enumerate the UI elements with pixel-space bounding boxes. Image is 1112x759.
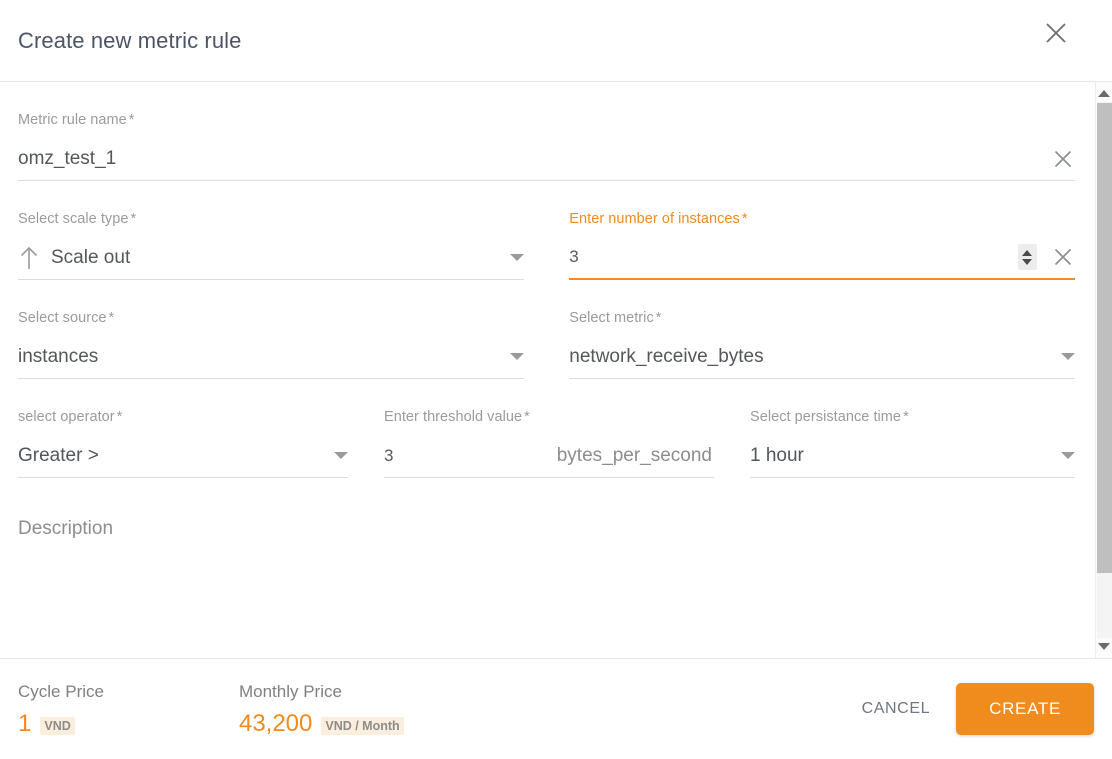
clear-metric-rule-name-icon[interactable]: [1051, 147, 1075, 171]
vertical-scrollbar[interactable]: [1095, 82, 1112, 658]
cycle-price-title: Cycle Price: [18, 681, 104, 701]
metric-rule-name-input[interactable]: omz_test_1: [18, 147, 1037, 171]
source-value[interactable]: instances: [18, 345, 500, 369]
control-persistance-time[interactable]: 1 hour: [750, 434, 1075, 478]
close-icon-glyph: [1046, 23, 1066, 43]
metric-rule-form: Metric rule name * omz_test_1 Select sca…: [0, 82, 1090, 658]
monthly-price-block: Monthly Price 43,200 VND / Month: [239, 682, 404, 737]
create-metric-rule-dialog: Create new metric rule Metric rule name *…: [0, 0, 1112, 759]
monthly-price-line: 43,200 VND / Month: [238, 709, 404, 737]
field-threshold-value: Enter threshold value * 3 bytes_per_secon…: [384, 379, 714, 478]
cycle-price-block: Cycle Price 1 VND: [18, 682, 104, 737]
close-icon-glyph: [1054, 248, 1072, 266]
label-persistance-time: Select persistance time *: [750, 409, 909, 425]
label-metric: Select metric *: [569, 310, 662, 326]
label-operator: select operator *: [18, 409, 123, 425]
create-button[interactable]: CREATE: [956, 683, 1094, 735]
control-metric-rule-name[interactable]: omz_test_1: [18, 137, 1075, 181]
cycle-price-unit: VND: [40, 716, 75, 735]
clear-number-of-instances-icon[interactable]: [1051, 245, 1075, 269]
form-row-source-metric: Select source * instances Select metric * …: [18, 280, 1075, 379]
scroll-down-arrow-glyph: [1098, 643, 1110, 650]
cycle-price-amount: 1: [18, 709, 32, 737]
label-scale-type: Select scale type *: [18, 211, 137, 227]
footer-actions: CANCEL CREATE: [856, 683, 1094, 735]
field-persistance-time: Select persistance time * 1 hour: [750, 379, 1075, 478]
column-spacer: [348, 379, 384, 478]
monthly-price-unit: VND / Month: [321, 716, 404, 735]
label-source: Select source *: [18, 310, 115, 326]
monthly-price-amount: 43,200: [238, 709, 313, 737]
label-threshold-value: Enter threshold value *: [384, 409, 530, 425]
dialog-footer: Cycle Price 1 VND Monthly Price 43,200 V…: [0, 658, 1112, 759]
dialog-body: Metric rule name * omz_test_1 Select sca…: [0, 82, 1112, 658]
label-metric-rule-name: Metric rule name *: [18, 112, 135, 128]
arrow-up-icon: [18, 245, 40, 271]
number-stepper-icon[interactable]: [1017, 244, 1037, 270]
scroll-up-arrow-icon[interactable]: [1096, 85, 1112, 102]
operator-value[interactable]: Greater >: [18, 444, 324, 468]
column-spacer: [714, 379, 750, 478]
scroll-up-arrow-glyph: [1098, 90, 1110, 97]
control-operator[interactable]: Greater >: [18, 434, 348, 478]
stepper-down-icon[interactable]: [1022, 258, 1033, 265]
monthly-price-title: Monthly Price: [238, 681, 342, 701]
chevron-down-icon[interactable]: [334, 452, 348, 459]
page-title: Create new metric rule: [18, 27, 242, 53]
scale-type-value[interactable]: Scale out: [51, 246, 500, 270]
control-scale-type[interactable]: Scale out: [18, 236, 524, 280]
field-number-of-instances: Enter number of instances * 3: [569, 181, 1075, 280]
dialog-header: Create new metric rule: [0, 0, 1112, 82]
control-metric[interactable]: network_receive_bytes: [569, 335, 1075, 379]
column-spacer: [524, 181, 570, 280]
chevron-down-icon[interactable]: [1061, 452, 1075, 459]
field-operator: select operator * Greater >: [18, 379, 348, 478]
close-icon-glyph: [1054, 150, 1072, 167]
arrow-up-icon-glyph: [20, 246, 38, 269]
field-scale-type: Select scale type * Scale out: [18, 181, 524, 280]
cycle-price-line: 1 VND: [18, 709, 104, 737]
control-source[interactable]: instances: [18, 335, 524, 379]
column-spacer: [524, 280, 570, 379]
form-row-name: Metric rule name * omz_test_1: [18, 82, 1075, 181]
chevron-down-icon[interactable]: [1060, 353, 1075, 360]
metric-value[interactable]: network_receive_bytes: [569, 345, 1051, 369]
form-row-scale: Select scale type * Scale out Enter numb…: [18, 181, 1075, 280]
form-row-condition: select operator * Greater > Enter thresho…: [18, 379, 1075, 478]
close-icon[interactable]: [1040, 17, 1072, 49]
chevron-down-icon[interactable]: [509, 353, 524, 360]
field-metric-rule-name: Metric rule name * omz_test_1: [18, 82, 1075, 181]
chevron-down-icon[interactable]: [509, 254, 524, 261]
threshold-unit-label: bytes_per_second: [556, 444, 712, 466]
threshold-value-input[interactable]: 3: [384, 444, 557, 468]
number-of-instances-input[interactable]: 3: [569, 245, 1012, 269]
scroll-down-arrow-icon[interactable]: [1096, 638, 1112, 655]
label-description: Description: [18, 518, 114, 539]
cancel-button[interactable]: CANCEL: [856, 690, 937, 728]
field-metric: Select metric * network_receive_bytes: [569, 280, 1075, 379]
control-threshold-value[interactable]: 3 bytes_per_second: [384, 434, 714, 478]
field-source: Select source * instances: [18, 280, 524, 379]
control-number-of-instances[interactable]: 3: [569, 236, 1075, 280]
persistance-time-value[interactable]: 1 hour: [750, 444, 1051, 468]
label-number-of-instances: Enter number of instances *: [569, 211, 748, 227]
stepper-up-icon[interactable]: [1022, 249, 1033, 256]
scrollbar-thumb[interactable]: [1097, 103, 1112, 573]
